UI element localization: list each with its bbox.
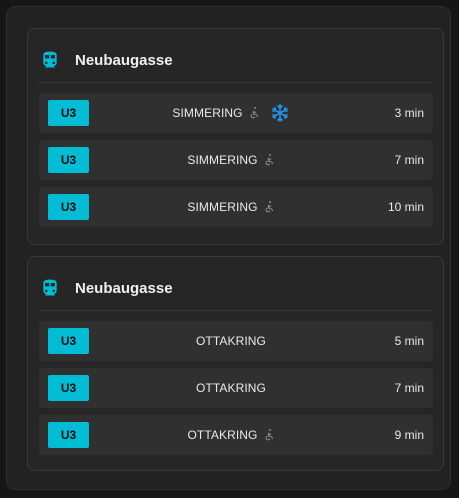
- destination: SIMMERING: [89, 93, 373, 133]
- departure-time: 10 min: [387, 200, 424, 214]
- divider: [39, 82, 432, 83]
- card-header: Neubaugasse: [39, 48, 173, 72]
- departure-row[interactable]: U3 OTTAKRING 9 min: [39, 415, 433, 455]
- departure-time: 3 min: [394, 106, 424, 120]
- line-badge: U3: [48, 100, 89, 126]
- divider: [39, 310, 432, 311]
- destination-label: SIMMERING: [172, 106, 243, 120]
- departure-card: Neubaugasse U3 SIMMERING 3 min U3 SIMMER…: [27, 28, 444, 245]
- wheelchair-icon: [248, 106, 260, 120]
- station-name: Neubaugasse: [75, 279, 173, 297]
- snowflake-icon: [270, 103, 290, 123]
- destination-label: SIMMERING: [187, 153, 258, 167]
- departure-row[interactable]: U3 SIMMERING 3 min: [39, 93, 433, 133]
- line-badge: U3: [48, 422, 89, 448]
- departure-time: 7 min: [394, 381, 424, 395]
- departure-time: 5 min: [394, 334, 424, 348]
- departure-row[interactable]: U3 OTTAKRING 5 min: [39, 321, 433, 361]
- subway-icon: [39, 49, 61, 71]
- destination-label: OTTAKRING: [195, 381, 266, 395]
- line-badge: U3: [48, 147, 89, 173]
- line-badge: U3: [48, 194, 89, 220]
- destination: SIMMERING: [89, 187, 373, 227]
- departure-row[interactable]: U3 SIMMERING 10 min: [39, 187, 433, 227]
- destination-label: SIMMERING: [187, 200, 258, 214]
- card-header: Neubaugasse: [39, 276, 173, 300]
- station-name: Neubaugasse: [75, 51, 173, 69]
- wheelchair-icon: [263, 200, 275, 214]
- destination: SIMMERING: [89, 140, 373, 180]
- departure-row[interactable]: U3 SIMMERING 7 min: [39, 140, 433, 180]
- departure-card: Neubaugasse U3 OTTAKRING 5 min U3 OTTAKR…: [27, 256, 444, 471]
- departure-row[interactable]: U3 OTTAKRING 7 min: [39, 368, 433, 408]
- destination: OTTAKRING: [89, 321, 373, 361]
- wheelchair-icon: [263, 428, 275, 442]
- subway-icon: [39, 277, 61, 299]
- line-badge: U3: [48, 375, 89, 401]
- line-badge: U3: [48, 328, 89, 354]
- destination: OTTAKRING: [89, 415, 373, 455]
- departure-time: 7 min: [394, 153, 424, 167]
- destination: OTTAKRING: [89, 368, 373, 408]
- wheelchair-icon: [263, 153, 275, 167]
- departure-time: 9 min: [394, 428, 424, 442]
- destination-label: OTTAKRING: [187, 428, 258, 442]
- dashboard-container: Neubaugasse U3 SIMMERING 3 min U3 SIMMER…: [6, 6, 451, 490]
- destination-label: OTTAKRING: [195, 334, 266, 348]
